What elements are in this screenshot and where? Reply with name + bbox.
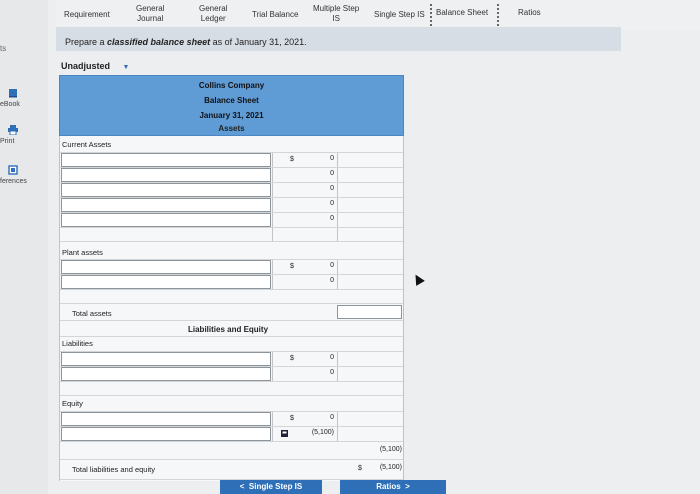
table-row [60,382,403,396]
sidebar-number: ts [0,44,7,53]
table-row: Total liabilities and equity $ (5,100) [60,460,403,480]
amount-field[interactable]: 0 [288,367,336,381]
total-liabilities-equity-label: Total liabilities and equity [72,465,155,474]
account-input[interactable] [61,367,271,381]
sidebar-item-label: ferences [0,178,27,185]
table-row: Equity [60,396,403,412]
sheet-title: Balance Sheet [204,96,259,105]
sidebar-item-label: eBook [0,101,20,108]
tab-bar: Requirement General Journal General Ledg… [56,0,700,30]
table-row: 0 [60,198,403,213]
book-icon [9,89,17,98]
mouse-cursor-icon [411,272,425,286]
note-icon[interactable] [281,430,288,437]
account-input[interactable] [61,352,271,366]
tab-separator [430,4,432,26]
sidebar-item-ebook[interactable]: eBook [0,88,48,108]
next-button-label: Ratios [376,482,401,491]
balance-sheet: Collins Company Balance Sheet January 31… [59,75,404,481]
table-row: $ 0 [60,260,403,275]
table-row: Plant assets [60,242,403,260]
equity-subtotal-field[interactable]: (5,100) [360,444,404,458]
chevron-down-icon: ▼ [122,64,130,71]
adjustment-dropdown[interactable]: Unadjusted ▼ [61,61,129,71]
table-row [60,290,403,304]
account-input[interactable] [61,412,271,426]
liabilities-equity-header: Liabilities and Equity [188,325,269,334]
account-input[interactable] [61,213,271,227]
amount-field[interactable]: 0 [288,352,336,366]
account-input[interactable] [61,183,271,197]
account-input[interactable] [61,275,271,289]
table-row: 0 [60,168,403,183]
table-row: Total assets [60,304,403,321]
current-assets-label: Current Assets [62,140,112,149]
liabilities-label: Liabilities [62,339,93,348]
sheet-grid: Current Assets $ 0 0 0 0 0 Plant assets … [59,136,404,481]
table-row: $ 0 [60,153,403,168]
chevron-left-icon: < [239,482,249,491]
total-assets-field[interactable] [337,305,402,319]
sheet-date: January 31, 2021 [199,111,264,120]
amount-field[interactable]: 0 [288,412,336,426]
next-ratios-button[interactable]: Ratios > [340,480,446,494]
account-input[interactable] [61,260,271,274]
left-sidebar: ts eBook Print ferences [0,0,48,494]
instruction-banner: Prepare a classified balance sheet as of… [56,27,621,51]
equity-label: Equity [62,399,83,408]
sheet-header: Collins Company Balance Sheet January 31… [59,75,404,123]
tab-general-journal[interactable]: General Journal [136,4,164,24]
chevron-right-icon: > [400,482,410,491]
sidebar-item-references[interactable]: ferences [0,165,48,185]
prev-button-label: Single Step IS [248,482,303,491]
table-row: (5,100) [60,442,403,460]
amount-field[interactable]: 0 [288,168,336,182]
tab-multiple-step-is[interactable]: Multiple Step IS [313,4,359,24]
tab-ratios[interactable]: Ratios [518,8,541,18]
table-row: $ 0 [60,352,403,367]
tab-general-ledger[interactable]: General Ledger [199,4,227,24]
tab-balance-sheet[interactable]: Balance Sheet [436,8,488,18]
table-row [60,228,403,242]
amount-field[interactable]: (5,100) [288,427,336,441]
account-input[interactable] [61,198,271,212]
table-row: (5,100) [60,427,403,442]
tab-trial-balance[interactable]: Trial Balance [252,10,298,20]
table-row: 0 [60,367,403,382]
amount-field[interactable]: 0 [288,183,336,197]
table-row: Liabilities [60,337,403,352]
tab-single-step-is[interactable]: Single Step IS [374,10,425,20]
amount-field[interactable]: 0 [288,153,336,167]
instruction-post: as of January 31, 2021. [210,37,307,47]
total-liabilities-equity-field[interactable]: (5,100) [360,462,404,476]
table-row: Current Assets [60,136,403,153]
plant-assets-label: Plant assets [62,248,103,257]
amount-field[interactable]: 0 [288,198,336,212]
instruction-emphasis: classified balance sheet [107,37,211,47]
print-icon [8,125,18,135]
account-input[interactable] [61,427,271,441]
references-icon [8,165,18,175]
table-row: $ 0 [60,412,403,427]
table-row: 0 [60,183,403,198]
total-assets-label: Total assets [72,309,112,318]
amount-field[interactable]: 0 [288,275,336,289]
amount-field[interactable]: 0 [288,213,336,227]
assets-header: Assets [59,122,404,136]
prev-single-step-is-button[interactable]: < Single Step IS [220,480,322,494]
table-row: 0 [60,213,403,228]
account-input[interactable] [61,153,271,167]
instruction-pre: Prepare a [65,37,108,47]
table-row: 0 [60,275,403,290]
tab-separator [497,4,499,26]
amount-field[interactable]: 0 [288,260,336,274]
company-name: Collins Company [198,81,265,90]
tab-requirement[interactable]: Requirement [64,10,110,20]
account-input[interactable] [61,168,271,182]
table-row: Liabilities and Equity [60,321,403,337]
dropdown-value: Unadjusted [61,61,111,71]
sidebar-item-print[interactable]: Print [0,125,48,145]
sidebar-item-label: Print [0,138,15,145]
